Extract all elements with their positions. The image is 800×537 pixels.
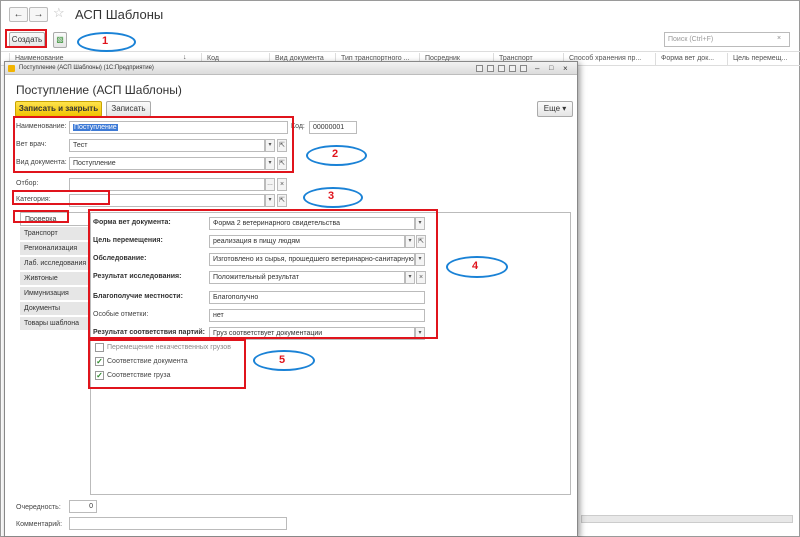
comment-label: Комментарий:: [16, 521, 63, 528]
save-icon[interactable]: [476, 65, 483, 72]
priority-field[interactable]: 0: [69, 500, 97, 513]
annotation-number-3: 3: [328, 190, 335, 202]
horizontal-scrollbar[interactable]: [581, 515, 793, 523]
back-button[interactable]: ←: [9, 7, 28, 22]
filter-select-icon[interactable]: …: [265, 178, 275, 191]
tab-transport[interactable]: Транспорт: [20, 227, 91, 241]
comment-field[interactable]: [69, 517, 287, 530]
annotation-box-4: [88, 209, 438, 339]
column-header-vet-form[interactable]: Форма вет док...: [655, 53, 727, 65]
category-dropdown-icon[interactable]: ▾: [265, 194, 275, 207]
tab-lab-research[interactable]: Лаб. исследования: [20, 257, 91, 271]
calc-icon[interactable]: [520, 65, 527, 72]
annotation-number-5: 5: [279, 354, 286, 366]
print-icon[interactable]: [487, 65, 494, 72]
divider: [1, 51, 800, 52]
search-clear-icon[interactable]: ×: [777, 35, 781, 42]
annotation-box-1: [5, 29, 47, 48]
annotation-box-2: [13, 116, 294, 173]
minimize-icon[interactable]: –: [535, 62, 539, 75]
tab-animals[interactable]: Живтоные: [20, 272, 91, 286]
favorite-star-icon[interactable]: ☆: [53, 5, 65, 21]
annotation-number-4: 4: [472, 260, 479, 272]
more-button[interactable]: Еще ▾: [537, 101, 573, 117]
annotation-number-1: 1: [102, 35, 109, 47]
more-label: Еще: [543, 104, 561, 113]
chevron-down-icon: ▾: [562, 104, 567, 113]
close-icon[interactable]: ×: [563, 62, 568, 75]
window-title: Поступление (АСП Шаблоны) (1С:Предприяти…: [19, 65, 154, 71]
filter-label: Отбор:: [16, 180, 39, 187]
copy-doc-button[interactable]: ▧: [53, 32, 67, 48]
tab-template-goods[interactable]: Товары шаблона: [20, 317, 91, 331]
clip-icon[interactable]: [509, 65, 516, 72]
maximize-icon[interactable]: □: [549, 62, 553, 75]
annotation-box-5: [88, 339, 246, 389]
forward-button[interactable]: →: [29, 7, 48, 22]
column-header-purpose[interactable]: Цель перемещ...: [727, 53, 799, 65]
sort-down-icon: ↓: [183, 54, 187, 61]
save-and-close-button[interactable]: Записать и закрыть: [15, 101, 102, 117]
search-input[interactable]: Поиск (Ctrl+F): [664, 32, 790, 47]
priority-label: Очередность:: [16, 504, 61, 511]
app-logo-icon: [8, 65, 15, 72]
annotation-number-2: 2: [332, 148, 339, 160]
annotation-box-tab: [13, 210, 69, 223]
window-titlebar: Поступление (АСП Шаблоны) (1С:Предприяти…: [5, 62, 577, 75]
save-button[interactable]: Записать: [106, 101, 151, 117]
annotation-box-3: [12, 190, 110, 205]
code-field[interactable]: 00000001: [309, 121, 357, 134]
tab-documents[interactable]: Документы: [20, 302, 91, 316]
tab-regionalization[interactable]: Регионализация: [20, 242, 91, 256]
tab-immunization[interactable]: Иммунизация: [20, 287, 91, 301]
filter-clear-icon[interactable]: ×: [277, 178, 287, 191]
page-title: АСП Шаблоны: [75, 7, 164, 22]
copy-doc-icon: ▧: [56, 35, 64, 44]
category-open-link-icon[interactable]: ⇱: [277, 194, 287, 207]
copy-icon[interactable]: [498, 65, 505, 72]
form-title: Поступление (АСП Шаблоны): [16, 83, 182, 97]
